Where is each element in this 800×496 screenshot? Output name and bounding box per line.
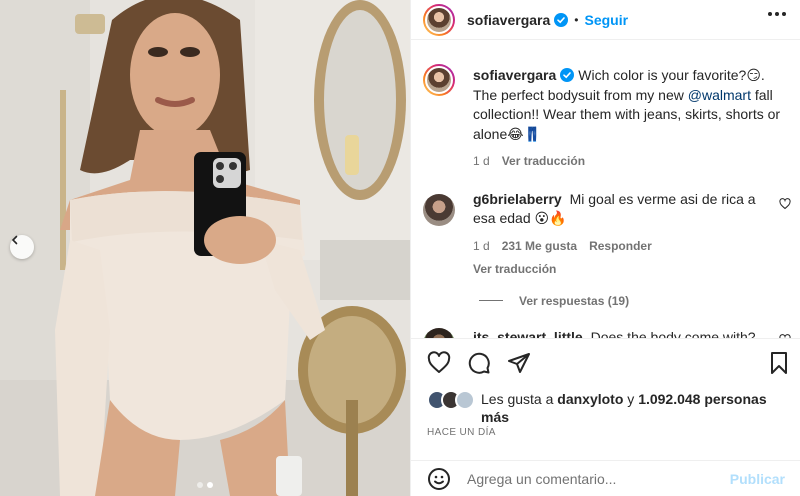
view-replies-label: Ver respuestas (19) bbox=[519, 293, 630, 308]
verified-badge-icon bbox=[560, 68, 575, 82]
liker-avatars[interactable] bbox=[427, 390, 475, 426]
author-avatar[interactable] bbox=[423, 3, 455, 36]
likes-middle: y bbox=[623, 391, 639, 407]
emoji-picker-icon[interactable] bbox=[427, 467, 451, 491]
view-replies-button[interactable]: Ver respuestas (19) bbox=[479, 294, 800, 308]
like-heart-icon[interactable] bbox=[427, 350, 451, 375]
verified-badge-icon bbox=[554, 12, 569, 27]
commenter-username[interactable]: its_stewart_little bbox=[473, 329, 583, 339]
post-timestamp[interactable]: HACE UN DÍA bbox=[427, 427, 496, 438]
reply-button[interactable]: Responder bbox=[589, 237, 652, 257]
follow-button[interactable]: Seguir bbox=[584, 12, 628, 28]
caption-mention-link[interactable]: @walmart bbox=[688, 87, 751, 103]
commenter-avatar[interactable] bbox=[423, 193, 455, 226]
caption-translate-link[interactable]: Ver traducción bbox=[502, 152, 585, 172]
post-panel: sofiavergara • Seguir sofiavergara Wich c… bbox=[410, 0, 800, 496]
commenter-username[interactable]: g6brielaberry bbox=[473, 191, 562, 207]
commenter-avatar[interactable] bbox=[423, 327, 455, 338]
more-options-icon[interactable] bbox=[768, 12, 786, 16]
comment-bubble-icon[interactable] bbox=[467, 351, 491, 375]
add-comment-bar: Agrega un comentario... Publicar bbox=[411, 460, 800, 496]
comment-item: its_stewart_little Does the body come wi… bbox=[411, 327, 800, 339]
post-actions-bar bbox=[411, 338, 800, 386]
caption-author-avatar[interactable] bbox=[423, 64, 455, 96]
post-caption: sofiavergara Wich color is your favorite?… bbox=[411, 52, 800, 172]
carousel-dot bbox=[197, 482, 203, 488]
publish-button[interactable]: Publicar bbox=[730, 471, 785, 487]
carousel-indicator bbox=[197, 482, 213, 488]
comment-translate-link[interactable]: Ver traducción bbox=[473, 260, 556, 280]
caption-username[interactable]: sofiavergara bbox=[473, 67, 556, 83]
likes-prefix: Les gusta a bbox=[481, 391, 558, 407]
share-send-icon[interactable] bbox=[507, 351, 531, 375]
header-separator: • bbox=[574, 12, 579, 27]
comment-item: g6brielaberry Mi goal es verme asi de ri… bbox=[411, 190, 800, 280]
likes-user-link[interactable]: danxyloto bbox=[557, 391, 623, 407]
like-comment-heart-icon[interactable] bbox=[779, 197, 791, 210]
likes-summary: Les gusta a danxyloto y 1.092.048 person… bbox=[427, 390, 787, 426]
comment-age: 1 d bbox=[473, 238, 490, 253]
caption-age: 1 d bbox=[473, 154, 490, 168]
post-header: sofiavergara • Seguir bbox=[411, 0, 800, 40]
author-username[interactable]: sofiavergara bbox=[467, 12, 550, 28]
comment-text: Does the body come with? bbox=[590, 328, 756, 339]
post-image[interactable] bbox=[0, 0, 410, 496]
save-bookmark-icon[interactable] bbox=[767, 351, 791, 375]
add-comment-input[interactable]: Agrega un comentario... bbox=[467, 471, 730, 487]
carousel-dot-active bbox=[207, 482, 213, 488]
chevron-left-icon bbox=[11, 235, 18, 245]
comment-likes-count[interactable]: 231 Me gusta bbox=[502, 237, 577, 257]
photo-illustration bbox=[0, 0, 410, 496]
comments-list[interactable]: sofiavergara Wich color is your favorite?… bbox=[411, 52, 800, 338]
carousel-previous-button[interactable] bbox=[10, 235, 34, 259]
